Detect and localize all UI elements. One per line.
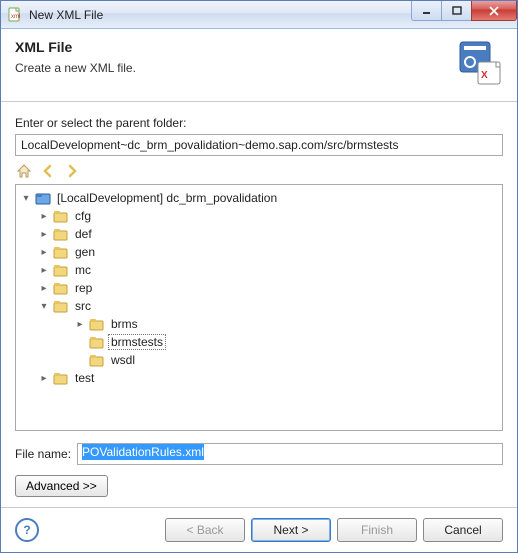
expand-icon[interactable]: ▸ (38, 265, 50, 276)
folder-icon (53, 280, 69, 296)
window-controls (411, 1, 517, 21)
tree-item-wsdl[interactable]: ▸ wsdl (72, 351, 500, 369)
project-icon (35, 190, 51, 206)
dialog-footer: ? < Back Next > Finish Cancel (1, 507, 517, 552)
folder-icon (53, 226, 69, 242)
finish-button[interactable]: Finish (337, 518, 417, 542)
expand-icon[interactable]: ▸ (38, 229, 50, 240)
window-title: New XML File (29, 8, 103, 22)
folder-icon (89, 334, 105, 350)
tree-root[interactable]: ▾ [LocalDevelopment] dc_brm_povalidation (18, 189, 500, 207)
tree-item-brms[interactable]: ▸ brms (72, 315, 500, 333)
parent-folder-label: Enter or select the parent folder: (15, 116, 503, 130)
home-icon[interactable] (15, 162, 33, 180)
header-icon: X (455, 39, 503, 87)
help-button[interactable]: ? (15, 518, 39, 542)
svg-text:xml: xml (11, 14, 20, 20)
parent-folder-input[interactable] (15, 134, 503, 156)
folder-tree[interactable]: ▾ [LocalDevelopment] dc_brm_povalidation (15, 184, 503, 431)
tree-item-brmstests[interactable]: ▸ brmstests (72, 333, 500, 351)
expand-icon[interactable]: ▸ (38, 211, 50, 222)
dialog-window: xml New XML File XML File Create a new X… (0, 0, 518, 553)
back-button[interactable]: < Back (165, 518, 245, 542)
folder-icon (53, 370, 69, 386)
expand-icon[interactable]: ▸ (38, 373, 50, 384)
forward-arrow-icon[interactable] (63, 162, 81, 180)
filename-input[interactable]: POValidationRules.xml (77, 443, 503, 465)
filename-row: File name: POValidationRules.xml (15, 443, 503, 465)
folder-icon (53, 244, 69, 260)
maximize-button[interactable] (441, 1, 471, 21)
nav-toolbar (15, 160, 503, 184)
tree-item-src[interactable]: ▾ src (36, 297, 500, 315)
folder-icon (53, 262, 69, 278)
collapse-icon[interactable]: ▾ (20, 193, 32, 204)
tree-item-gen[interactable]: ▸ gen (36, 243, 500, 261)
button-row: < Back Next > Finish Cancel (165, 518, 503, 542)
dialog-header: XML File Create a new XML file. X (1, 29, 517, 102)
page-title: XML File (15, 39, 455, 55)
expand-icon[interactable]: ▸ (38, 247, 50, 258)
app-icon: xml (7, 7, 23, 23)
expand-icon[interactable]: ▸ (38, 283, 50, 294)
folder-icon (53, 298, 69, 314)
back-arrow-icon[interactable] (39, 162, 57, 180)
minimize-button[interactable] (411, 1, 441, 21)
expand-icon[interactable]: ▸ (74, 319, 86, 330)
page-subtitle: Create a new XML file. (15, 61, 455, 75)
svg-text:X: X (481, 70, 488, 81)
dialog-content: Enter or select the parent folder: (1, 102, 517, 507)
tree-item-def[interactable]: ▸ def (36, 225, 500, 243)
cancel-button[interactable]: Cancel (423, 518, 503, 542)
filename-label: File name: (15, 447, 71, 461)
folder-icon (89, 352, 105, 368)
folder-icon (53, 208, 69, 224)
next-button[interactable]: Next > (251, 518, 331, 542)
tree-item-rep[interactable]: ▸ rep (36, 279, 500, 297)
advanced-button[interactable]: Advanced >> (15, 475, 108, 497)
folder-icon (89, 316, 105, 332)
close-button[interactable] (471, 1, 517, 21)
tree-item-mc[interactable]: ▸ mc (36, 261, 500, 279)
collapse-icon[interactable]: ▾ (38, 301, 50, 312)
tree-item-test[interactable]: ▸ test (36, 369, 500, 387)
titlebar[interactable]: xml New XML File (1, 1, 517, 29)
tree-item-cfg[interactable]: ▸ cfg (36, 207, 500, 225)
